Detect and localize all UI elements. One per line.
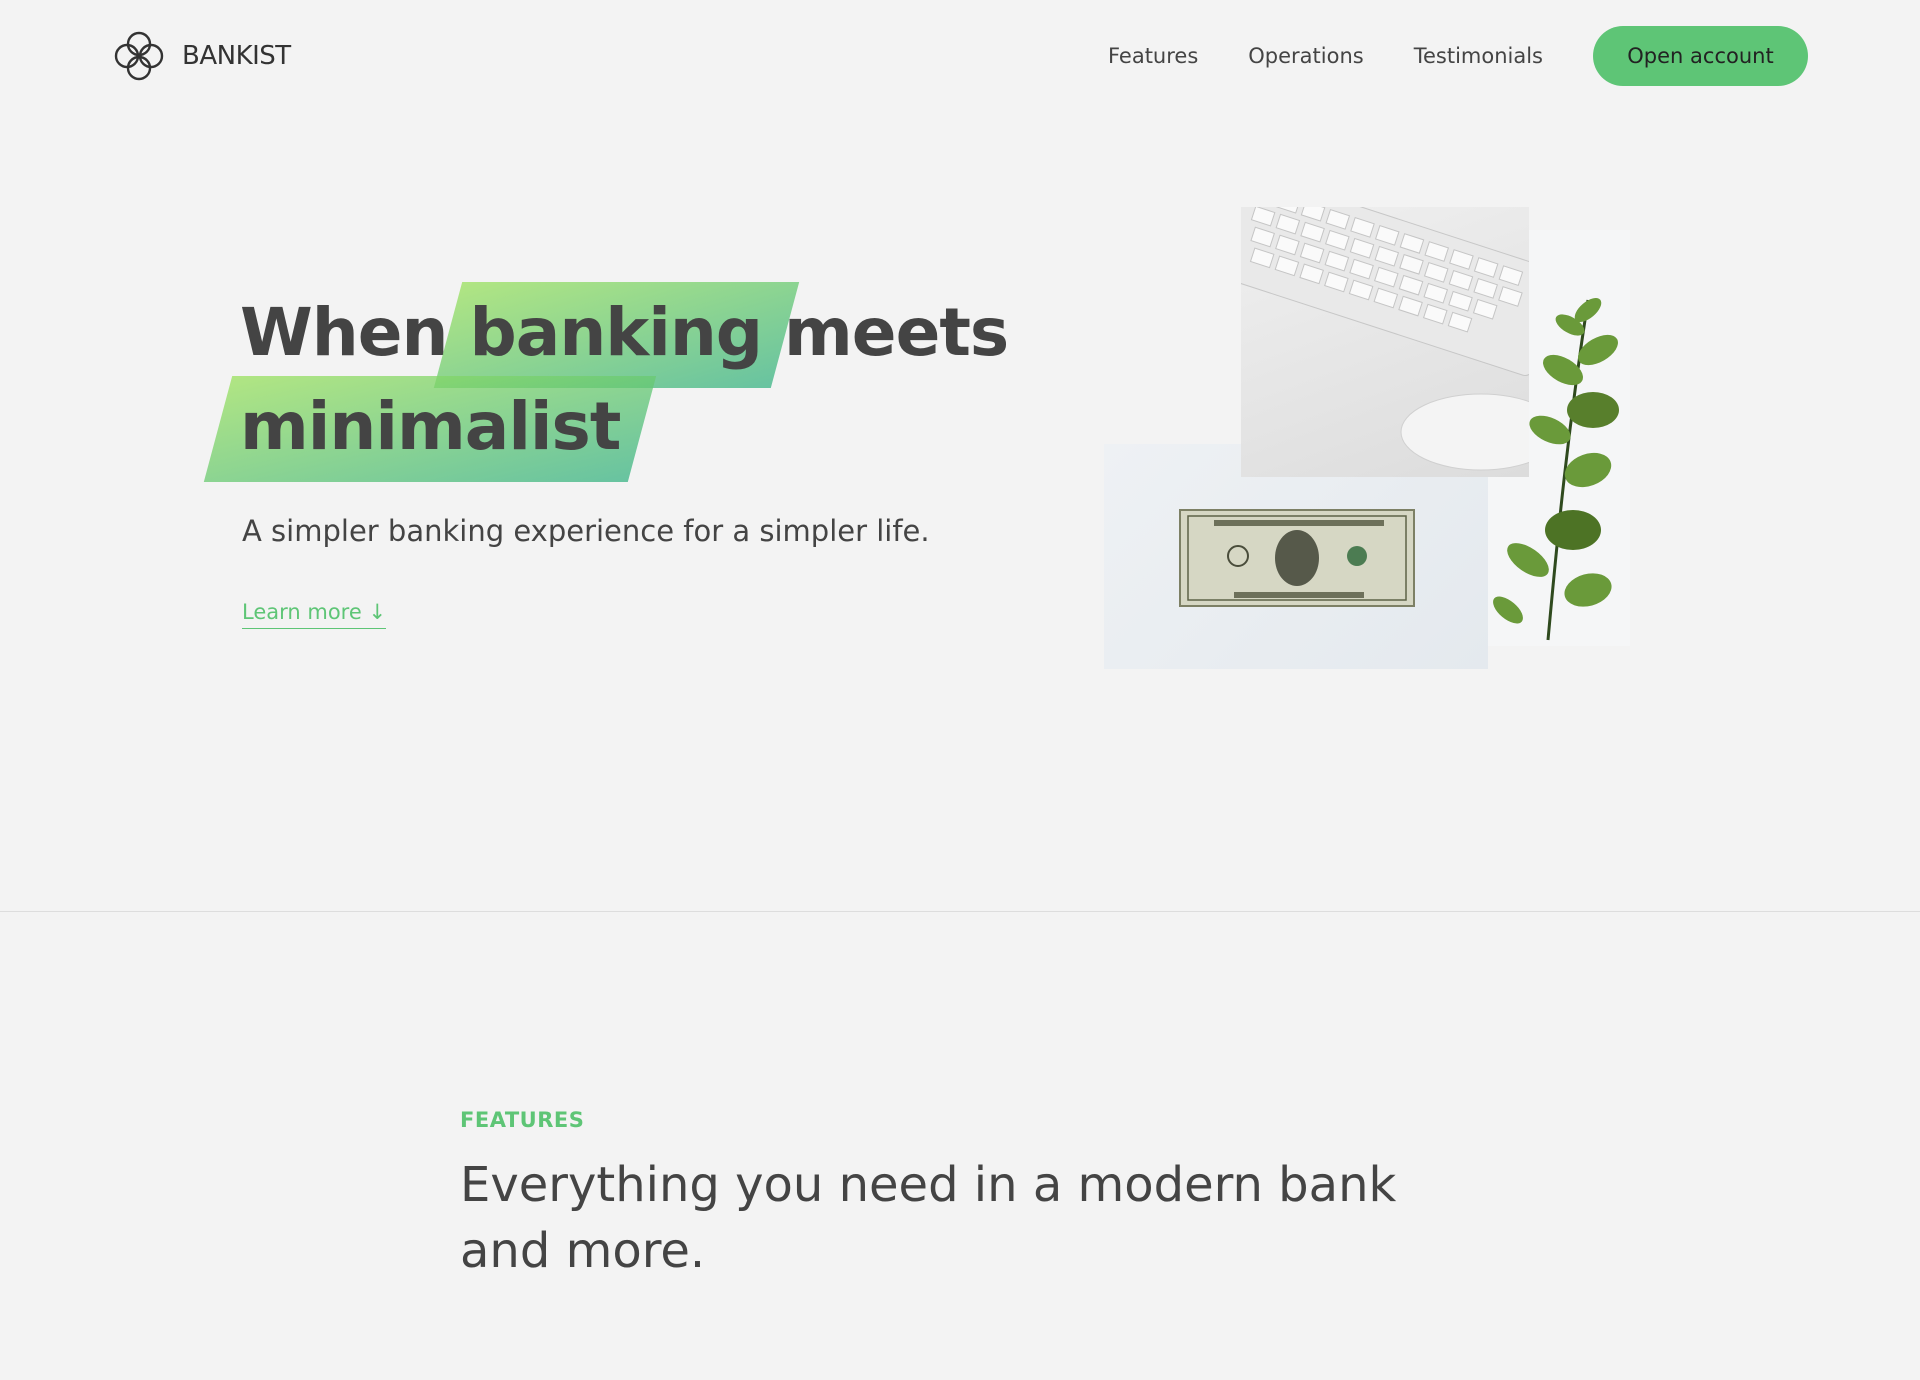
section-label: FEATURES (460, 1108, 585, 1132)
keyboard-photo (1241, 207, 1529, 477)
open-account-button[interactable]: Open account (1593, 26, 1808, 86)
hero-title-word: When (240, 294, 449, 371)
nav-links: Features Operations Testimonials Open ac… (1108, 26, 1808, 86)
logo-icon (114, 31, 164, 81)
logo[interactable]: BANKIST (110, 26, 291, 86)
navbar: BANKIST Features Operations Testimonials… (0, 0, 1920, 112)
money-photo (1104, 444, 1488, 669)
learn-more-link[interactable]: Learn more ↓ (242, 600, 387, 629)
hero-highlight-minimalist: minimalist (240, 380, 621, 474)
logo-text: BANKIST (182, 41, 291, 71)
nav-link-operations[interactable]: Operations (1248, 44, 1363, 68)
section-divider (0, 911, 1920, 912)
hero-illustration (1100, 204, 1690, 674)
hero-title-word: meets (784, 294, 1009, 371)
hero-highlight-banking: banking (470, 286, 764, 380)
hero-subtitle: A simpler banking experience for a simpl… (242, 514, 930, 548)
hero-title: When banking meets minimalist (240, 286, 1009, 474)
nav-link-features[interactable]: Features (1108, 44, 1198, 68)
nav-link-testimonials[interactable]: Testimonials (1414, 44, 1543, 68)
section-title: Everything you need in a modern bank and… (460, 1157, 1397, 1279)
